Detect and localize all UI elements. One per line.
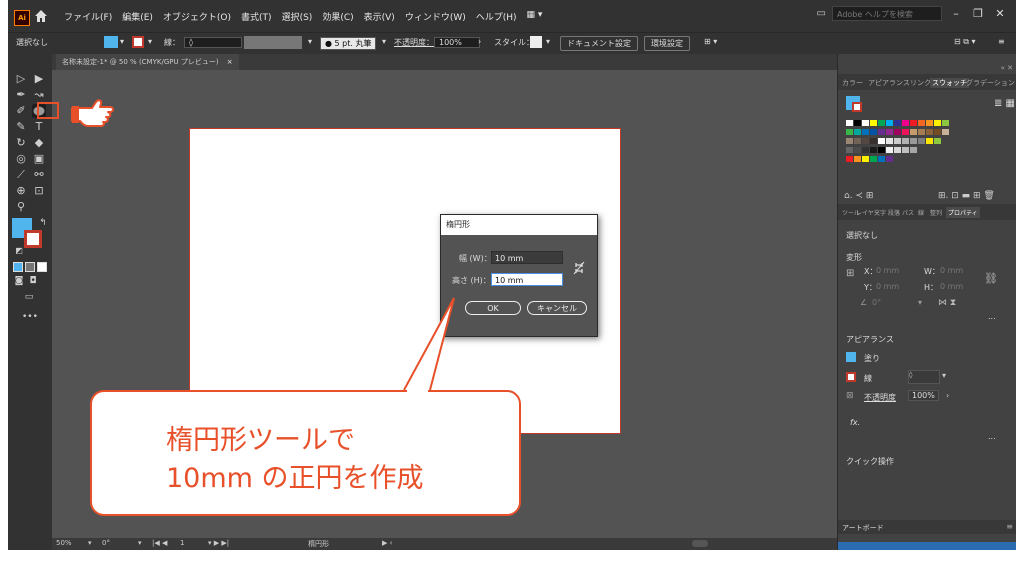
illustrator-window: Ai ファイル(F) 編集(E) オブジェクト(O) 書式(T) 選択(S) 効… [8, 0, 1016, 550]
callout-line-2: 10mm の正円を作成 [166, 463, 424, 494]
callout-line-1: 楕円形ツールで [166, 425, 355, 456]
callout-box: 楕円形ツールで 10mm の正円を作成 [90, 390, 521, 516]
